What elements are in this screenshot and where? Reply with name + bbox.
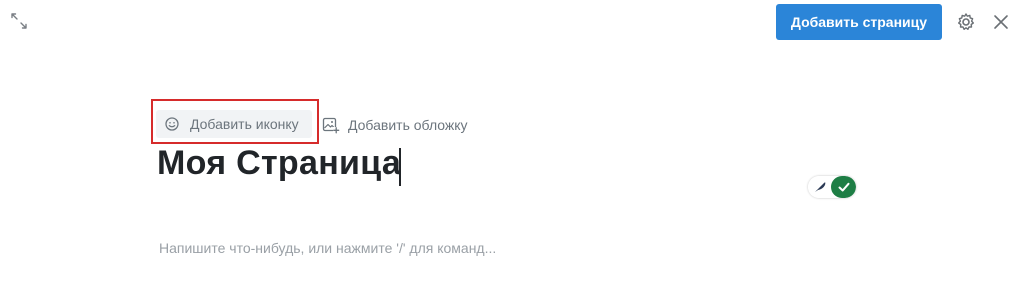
gear-icon bbox=[958, 13, 974, 30]
feather-icon bbox=[808, 176, 831, 198]
page-body-input[interactable]: Напишите что-нибудь, или нажмите '/' для… bbox=[159, 240, 496, 256]
expand-icon bbox=[11, 13, 27, 29]
settings-button[interactable] bbox=[956, 12, 976, 32]
mode-toggle[interactable] bbox=[808, 176, 856, 198]
image-add-icon bbox=[322, 116, 340, 134]
add-cover-label: Добавить обложку bbox=[348, 117, 468, 133]
page-title-input[interactable]: Моя Страница bbox=[157, 144, 401, 183]
add-cover-button[interactable]: Добавить обложку bbox=[322, 112, 468, 138]
add-page-button[interactable]: Добавить страницу bbox=[776, 4, 942, 40]
add-icon-label: Добавить иконку bbox=[190, 116, 299, 132]
close-icon bbox=[994, 15, 1008, 29]
add-icon-button[interactable]: Добавить иконку bbox=[156, 110, 312, 138]
smiley-icon bbox=[164, 116, 180, 132]
text-caret bbox=[399, 148, 401, 186]
close-button[interactable] bbox=[992, 13, 1010, 31]
check-icon bbox=[831, 176, 856, 198]
expand-button[interactable] bbox=[10, 12, 28, 30]
